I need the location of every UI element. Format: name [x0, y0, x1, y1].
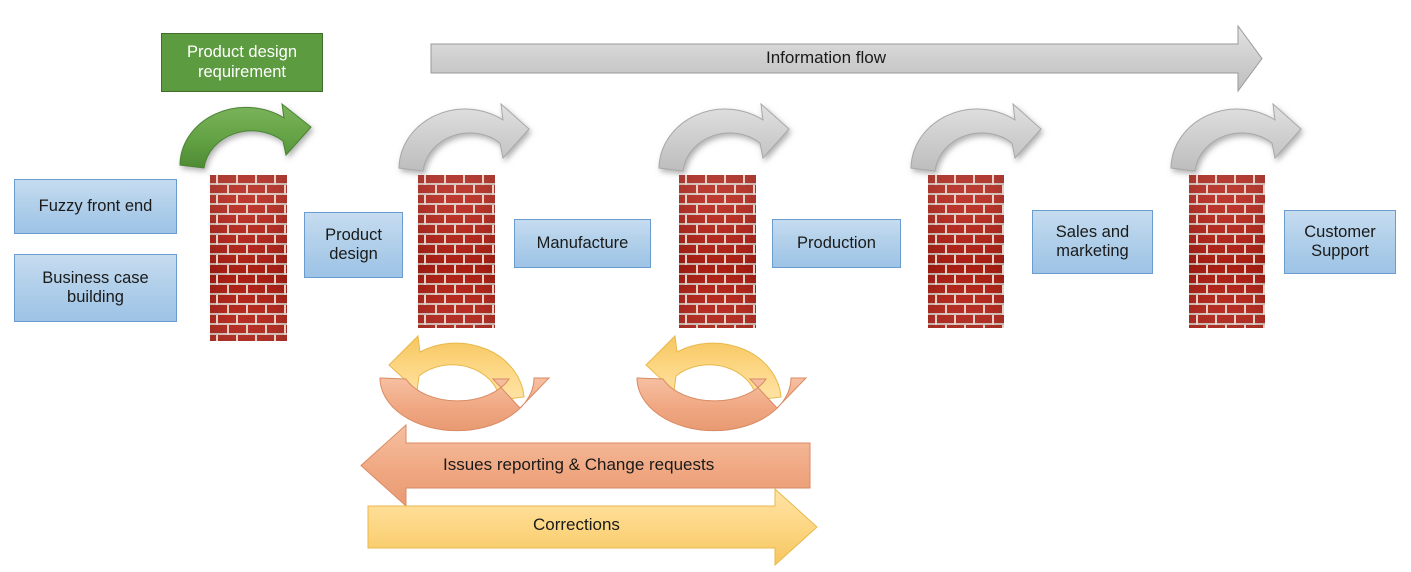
stage-sales-and-marketing[interactable]: Sales and marketing — [1032, 210, 1153, 274]
process-diagram-canvas: Product design requirement Fuzzy front e… — [0, 0, 1411, 572]
product-design-requirement-box[interactable]: Product design requirement — [161, 33, 323, 92]
stage-customer-support[interactable]: Customer Support — [1284, 210, 1396, 274]
stage-fuzzy-front-end[interactable]: Fuzzy front end — [14, 179, 177, 234]
stage-business-case-building[interactable]: Business case building — [14, 254, 177, 322]
gray-handoff-arc-3 — [910, 102, 1042, 172]
wall-4 — [928, 175, 1004, 328]
gray-handoff-arc-2 — [658, 102, 790, 172]
stage-product-design[interactable]: Product design — [304, 212, 403, 278]
gray-handoff-arc-4 — [1170, 102, 1302, 172]
wall-3 — [679, 175, 756, 328]
yellow-feedback-arc-2 — [645, 334, 782, 401]
corrections-label: Corrections — [533, 515, 620, 534]
information-flow-label: Information flow — [766, 48, 886, 67]
green-handoff-arc — [179, 102, 312, 169]
wall-5 — [1189, 175, 1265, 328]
orange-feedback-arc-2 — [636, 377, 808, 432]
stage-manufacture[interactable]: Manufacture — [514, 219, 651, 268]
wall-1 — [210, 175, 287, 341]
orange-feedback-arc-1 — [379, 377, 551, 432]
yellow-feedback-arc-1 — [388, 334, 525, 401]
issues-reporting-label: Issues reporting & Change requests — [443, 455, 715, 474]
stage-production[interactable]: Production — [772, 219, 901, 268]
gray-handoff-arc-1 — [398, 102, 530, 172]
wall-2 — [418, 175, 495, 328]
